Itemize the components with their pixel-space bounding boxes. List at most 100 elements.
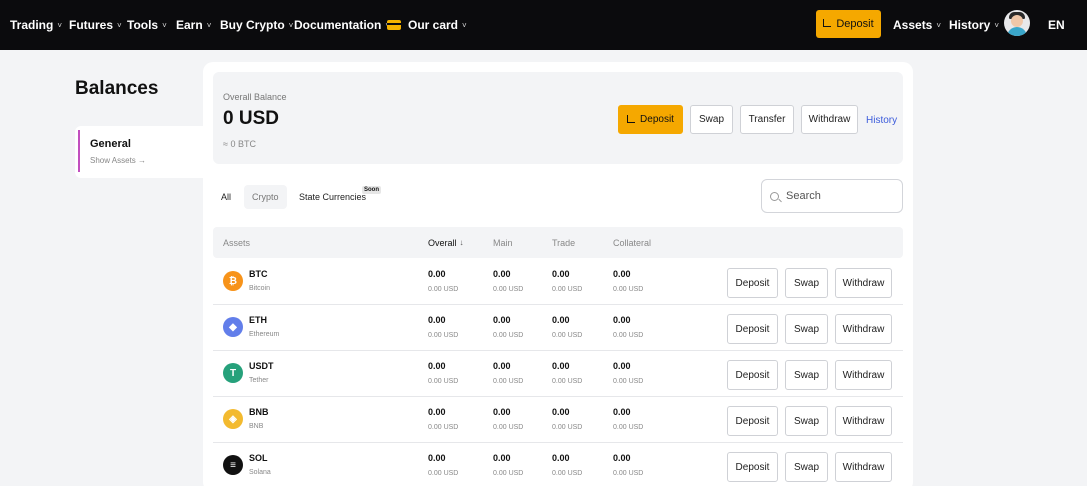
asset-symbol: BNB xyxy=(249,407,269,417)
main-panel: Overall Balance 0 USD ≈ 0 BTC Deposit Sw… xyxy=(203,62,913,486)
top-deposit-button[interactable]: Deposit xyxy=(816,10,881,38)
asset-symbol: USDT xyxy=(249,361,274,371)
deposit-button[interactable]: Deposit xyxy=(618,105,683,134)
asset-name: Tether xyxy=(249,377,269,384)
deposit-label: Deposit xyxy=(640,114,674,125)
collateral-cell: 0.00 0.00 USD xyxy=(613,269,643,293)
tab-crypto[interactable]: Crypto xyxy=(244,185,287,209)
nav-earn[interactable]: Earn ˅ xyxy=(176,0,211,50)
search-input[interactable] xyxy=(786,190,886,202)
chevron-down-icon: ˅ xyxy=(288,20,294,30)
nav-history-label: History xyxy=(949,18,991,32)
collateral-value: 0.00 xyxy=(613,407,631,417)
trade-usd: 0.00 USD xyxy=(552,470,583,477)
swap-button[interactable]: Swap xyxy=(690,105,733,134)
main-cell: 0.00 0.00 USD xyxy=(493,361,523,385)
chevron-down-icon: ˅ xyxy=(994,20,1000,30)
collateral-cell: 0.00 0.00 USD xyxy=(613,315,643,339)
show-assets-link[interactable]: Show Assets → xyxy=(90,156,146,165)
withdraw-button[interactable]: Withdraw xyxy=(801,105,858,134)
nav-documentation[interactable]: Documentation˅ xyxy=(294,0,390,50)
trade-usd: 0.00 USD xyxy=(552,378,583,385)
table-row: ◈ BNB BNB 0.00 0.00 USD 0.00 0.00 USD 0.00 0.00 … xyxy=(213,397,903,443)
row-swap-button[interactable]: Swap xyxy=(785,314,828,344)
table-row: T USDT Tether 0.00 0.00 USD 0.00 0.00 USD 0.00 0… xyxy=(213,351,903,397)
asset-symbol: SOL xyxy=(249,453,268,463)
trade-cell: 0.00 0.00 USD xyxy=(552,361,582,385)
chevron-down-icon: ˅ xyxy=(117,20,122,30)
asset-name: Solana xyxy=(249,469,271,476)
nav-earn-label: Earn xyxy=(176,18,203,32)
row-swap-button[interactable]: Swap xyxy=(785,406,828,436)
row-withdraw-button[interactable]: Withdraw xyxy=(835,360,892,390)
nav-documentation-label: Documentation xyxy=(294,18,382,32)
transfer-button[interactable]: Transfer xyxy=(740,105,794,134)
trade-cell: 0.00 0.00 USD xyxy=(552,453,582,477)
soon-badge: Soon xyxy=(362,186,381,194)
tab-all[interactable]: All xyxy=(221,185,231,209)
collateral-cell: 0.00 0.00 USD xyxy=(613,407,643,431)
overall-cell: 0.00 0.00 USD xyxy=(428,315,458,339)
nav-tools-label: Tools xyxy=(127,18,159,32)
row-deposit-button[interactable]: Deposit xyxy=(727,360,778,390)
chevron-down-icon: ˅ xyxy=(936,20,942,30)
collateral-value: 0.00 xyxy=(613,269,631,279)
row-withdraw-button[interactable]: Withdraw xyxy=(835,314,892,344)
search-box[interactable] xyxy=(761,179,903,213)
row-swap-button[interactable]: Swap xyxy=(785,452,828,482)
nav-history[interactable]: History ˅ xyxy=(949,0,999,50)
row-deposit-button[interactable]: Deposit xyxy=(727,452,778,482)
row-deposit-button[interactable]: Deposit xyxy=(727,406,778,436)
header-overall-label: Overall xyxy=(428,237,457,248)
nav-futures-label: Futures xyxy=(69,18,114,32)
nav-assets[interactable]: Assets ˅ xyxy=(893,0,941,50)
overall-value: 0.00 xyxy=(428,453,446,463)
header-collateral: Collateral xyxy=(613,237,652,248)
ethereum-icon: ◆ xyxy=(223,317,243,337)
avatar[interactable] xyxy=(1004,10,1030,36)
language-selector[interactable]: EN xyxy=(1048,0,1065,50)
main-usd: 0.00 USD xyxy=(493,286,524,293)
sidebar-item-general[interactable]: General Show Assets → xyxy=(75,126,210,178)
main-usd: 0.00 USD xyxy=(493,424,524,431)
history-link[interactable]: History xyxy=(866,115,897,126)
row-swap-button[interactable]: Swap xyxy=(785,360,828,390)
card-icon xyxy=(387,20,401,30)
main-value: 0.00 xyxy=(493,407,511,417)
nav-buy-crypto[interactable]: Buy Crypto ˅ xyxy=(220,0,293,50)
overall-usd: 0.00 USD xyxy=(428,332,459,339)
nav-assets-label: Assets xyxy=(893,18,933,32)
header-main: Main xyxy=(493,237,513,248)
nav-tools[interactable]: Tools ˅ xyxy=(127,0,167,50)
asset-symbol: BTC xyxy=(249,269,268,279)
sort-arrow-icon: ↓ xyxy=(459,238,464,247)
nav-futures[interactable]: Futures ˅ xyxy=(69,0,122,50)
chevron-down-icon: ˅ xyxy=(206,20,212,30)
row-withdraw-button[interactable]: Withdraw xyxy=(835,452,892,482)
main-usd: 0.00 USD xyxy=(493,378,524,385)
main-cell: 0.00 0.00 USD xyxy=(493,453,523,477)
deposit-icon xyxy=(627,114,636,123)
nav-our-card[interactable]: Our card ˅ xyxy=(387,0,467,50)
collateral-usd: 0.00 USD xyxy=(613,424,644,431)
trade-value: 0.00 xyxy=(552,315,570,325)
nav-trading[interactable]: Trading ˅ xyxy=(10,0,62,50)
main-usd: 0.00 USD xyxy=(493,470,524,477)
row-deposit-button[interactable]: Deposit xyxy=(727,268,778,298)
overall-value: 0.00 xyxy=(428,269,446,279)
header-overall[interactable]: Overall ↓ xyxy=(428,227,464,258)
row-swap-button[interactable]: Swap xyxy=(785,268,828,298)
row-deposit-button[interactable]: Deposit xyxy=(727,314,778,344)
main-value: 0.00 xyxy=(493,361,511,371)
chevron-down-icon: ˅ xyxy=(57,20,63,30)
collateral-usd: 0.00 USD xyxy=(613,470,644,477)
row-withdraw-button[interactable]: Withdraw xyxy=(835,406,892,436)
nav-trading-label: Trading xyxy=(10,18,54,32)
tab-state-currencies[interactable]: State Currencies xyxy=(299,185,366,209)
overall-usd: 0.00 USD xyxy=(428,378,459,385)
table-row: ₿ BTC Bitcoin 0.00 0.00 USD 0.00 0.00 USD 0.00 0… xyxy=(213,259,903,305)
row-withdraw-button[interactable]: Withdraw xyxy=(835,268,892,298)
collateral-value: 0.00 xyxy=(613,315,631,325)
asset-name: BNB xyxy=(249,423,264,430)
overall-balance-card: Overall Balance 0 USD ≈ 0 BTC Deposit Sw… xyxy=(213,72,903,164)
